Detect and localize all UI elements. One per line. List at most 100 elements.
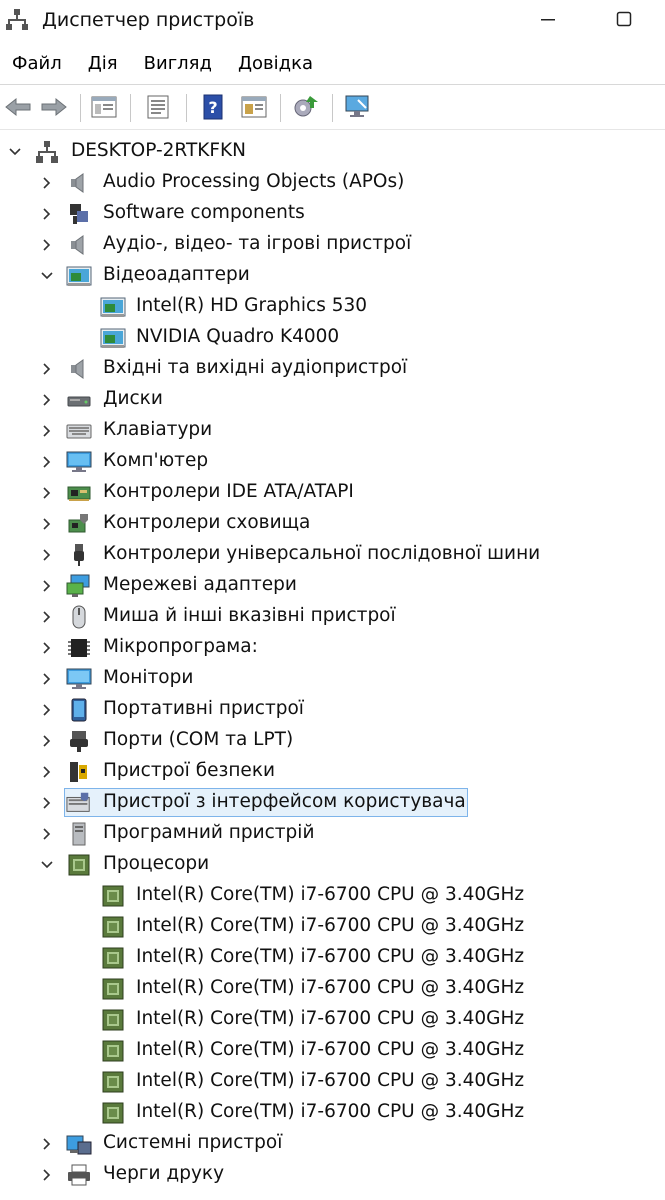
chevron-down-icon[interactable] — [6, 143, 24, 161]
menu-view[interactable]: Вигляд — [144, 49, 212, 78]
update-driver-icon[interactable] — [290, 91, 322, 123]
chevron-right-icon[interactable] — [38, 422, 56, 440]
tree-device[interactable]: Intel(R) Core(TM) i7-6700 CPU @ 3.40GHz — [0, 1035, 665, 1066]
tree-device[interactable]: Intel(R) Core(TM) i7-6700 CPU @ 3.40GHz — [0, 973, 665, 1004]
chevron-right-icon[interactable] — [38, 515, 56, 533]
chevron-right-icon[interactable] — [38, 391, 56, 409]
chevron-right-icon[interactable] — [38, 205, 56, 223]
tree-category[interactable]: Мікропрограма: — [0, 632, 665, 663]
chevron-right-icon[interactable] — [38, 825, 56, 843]
tree-item-label: Intel(R) HD Graphics 530 — [136, 295, 368, 316]
tree-category[interactable]: Пристрої безпеки — [0, 756, 665, 787]
tree-category[interactable]: Портативні пристрої — [0, 694, 665, 725]
tree-device[interactable]: Intel(R) Core(TM) i7-6700 CPU @ 3.40GHz — [0, 880, 665, 911]
tree-device[interactable]: Intel(R) Core(TM) i7-6700 CPU @ 3.40GHz — [0, 942, 665, 973]
scan-hardware-icon[interactable] — [342, 91, 374, 123]
tree-item-label: Intel(R) Core(TM) i7-6700 CPU @ 3.40GHz — [136, 884, 525, 905]
tree-category[interactable]: Software components — [0, 198, 665, 229]
tree-category[interactable]: Вхідні та вихідні аудіопристрої — [0, 353, 665, 384]
menu-action[interactable]: Дія — [88, 49, 118, 78]
chevron-right-icon[interactable] — [38, 360, 56, 378]
portable-device-icon — [66, 697, 92, 723]
chevron-right-icon[interactable] — [38, 701, 56, 719]
minimize-icon[interactable] — [526, 4, 570, 34]
chevron-right-icon[interactable] — [38, 763, 56, 781]
chevron-right-icon[interactable] — [38, 794, 56, 812]
software-device-icon — [66, 821, 92, 847]
tree-item-label: Програмний пристрій — [103, 822, 315, 843]
forward-arrow-icon[interactable] — [38, 91, 70, 123]
show-hide-tree-icon[interactable] — [88, 91, 120, 123]
chevron-right-icon[interactable] — [38, 484, 56, 502]
tree-device[interactable]: Intel(R) Core(TM) i7-6700 CPU @ 3.40GHz — [0, 1004, 665, 1035]
chevron-right-icon[interactable] — [38, 174, 56, 192]
tree-device[interactable]: Intel(R) Core(TM) i7-6700 CPU @ 3.40GHz — [0, 1097, 665, 1128]
speaker-icon — [66, 232, 92, 258]
keyboard-icon — [66, 418, 92, 444]
tree-item-label: Черги друку — [103, 1163, 225, 1184]
tree-category[interactable]: Миша й інші вказівні пристрої — [0, 601, 665, 632]
view-icon[interactable] — [238, 91, 270, 123]
chevron-down-icon[interactable] — [38, 267, 56, 285]
menu-help[interactable]: Довідка — [238, 49, 313, 78]
tree-category[interactable]: Контролери IDE ATA/ATAPI — [0, 477, 665, 508]
processor-icon — [100, 1007, 126, 1033]
tree-category[interactable]: Програмний пристрій — [0, 818, 665, 849]
tree-category[interactable]: Аудіо-, відео- та ігрові пристрої — [0, 229, 665, 260]
tree-category[interactable]: Системні пристрої — [0, 1128, 665, 1159]
tree-category[interactable]: Процесори — [0, 849, 665, 880]
tree-category[interactable]: Контролери сховища — [0, 508, 665, 539]
speaker-icon — [66, 356, 92, 382]
chevron-right-icon[interactable] — [38, 577, 56, 595]
tree-category[interactable]: Відеоадаптери — [0, 260, 665, 291]
chevron-right-icon[interactable] — [38, 546, 56, 564]
chevron-right-icon[interactable] — [38, 1166, 56, 1184]
tree-category[interactable]: Черги друку — [0, 1159, 665, 1190]
chevron-right-icon[interactable] — [38, 236, 56, 254]
port-icon — [66, 728, 92, 754]
tree-category[interactable]: Контролери універсальної послідовної шин… — [0, 539, 665, 570]
tree-device[interactable]: NVIDIA Quadro K4000 — [0, 322, 665, 353]
tree-category[interactable]: Audio Processing Objects (APOs) — [0, 167, 665, 198]
toolbar: ? — [0, 84, 665, 130]
menu-file[interactable]: Файл — [12, 49, 62, 78]
processor-icon — [100, 1038, 126, 1064]
chevron-right-icon[interactable] — [38, 639, 56, 657]
processor-icon — [66, 852, 92, 878]
chevron-right-icon[interactable] — [38, 1135, 56, 1153]
chevron-right-icon[interactable] — [38, 732, 56, 750]
tree-device[interactable]: Intel(R) HD Graphics 530 — [0, 291, 665, 322]
tree-item-label: Intel(R) Core(TM) i7-6700 CPU @ 3.40GHz — [136, 915, 525, 936]
tree-item-label: Intel(R) Core(TM) i7-6700 CPU @ 3.40GHz — [136, 1070, 525, 1091]
tree-item-label: Intel(R) Core(TM) i7-6700 CPU @ 3.40GHz — [136, 946, 525, 967]
usb-icon — [66, 542, 92, 568]
tree-item-label: DESKTOP-2RTKFKN — [71, 140, 246, 161]
chevron-right-icon[interactable] — [38, 453, 56, 471]
tree-root[interactable]: DESKTOP-2RTKFKN — [0, 136, 665, 167]
help-icon[interactable]: ? — [198, 91, 230, 123]
chevron-right-icon[interactable] — [38, 608, 56, 626]
properties-icon[interactable] — [142, 91, 174, 123]
tree-category[interactable]: Монітори — [0, 663, 665, 694]
tree-item-label: Intel(R) Core(TM) i7-6700 CPU @ 3.40GHz — [136, 1101, 525, 1122]
tree-category[interactable]: Клавіатури — [0, 415, 665, 446]
speaker-icon — [66, 170, 92, 196]
tree-item-label: Порти (COM та LPT) — [103, 729, 294, 750]
tree-item-label: Вхідні та вихідні аудіопристрої — [103, 357, 408, 378]
tree-category[interactable]: Пристрої з інтерфейсом користувача — [0, 787, 665, 818]
computer-root-icon — [34, 139, 60, 165]
window-title: Диспетчер пристроїв — [42, 9, 255, 31]
tree-category[interactable]: Комп'ютер — [0, 446, 665, 477]
processor-icon — [100, 1100, 126, 1126]
back-arrow-icon[interactable] — [2, 91, 34, 123]
tree-category[interactable]: Мережеві адаптери — [0, 570, 665, 601]
maximize-icon[interactable] — [602, 4, 646, 34]
tree-device[interactable]: Intel(R) Core(TM) i7-6700 CPU @ 3.40GHz — [0, 911, 665, 942]
tree-device[interactable]: Intel(R) Core(TM) i7-6700 CPU @ 3.40GHz — [0, 1066, 665, 1097]
tree-category[interactable]: Диски — [0, 384, 665, 415]
adapter-child-icon — [100, 325, 126, 351]
tree-category[interactable]: Порти (COM та LPT) — [0, 725, 665, 756]
processor-icon — [100, 914, 126, 940]
chevron-right-icon[interactable] — [38, 670, 56, 688]
chevron-down-icon[interactable] — [38, 856, 56, 874]
